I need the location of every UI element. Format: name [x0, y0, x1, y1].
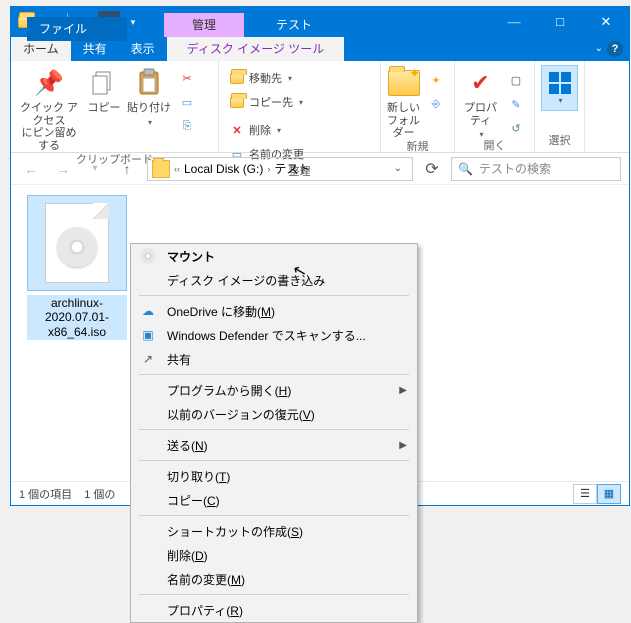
easy-access-button[interactable]: ⎆	[424, 93, 448, 115]
select-grid-icon	[549, 72, 571, 94]
ctx-sep	[139, 295, 409, 296]
icons-view-button[interactable]: ▦	[597, 484, 621, 504]
disc-icon	[137, 248, 159, 264]
ctx-mount[interactable]: マウント	[131, 244, 417, 268]
minimize-button[interactable]: —	[491, 7, 537, 37]
edit-button[interactable]: ✎	[504, 93, 528, 115]
history-button[interactable]: ↺	[504, 117, 528, 139]
item-count-label: 1 個の項目	[19, 486, 72, 502]
ribbon: 📌 クイック アクセス にピン留めする コピー 貼り付け ▾	[11, 61, 629, 153]
ctx-sep	[139, 429, 409, 430]
contextual-tab-manage[interactable]: 管理	[164, 13, 244, 37]
search-input[interactable]: 🔍 テストの検索	[451, 157, 621, 181]
ctx-sep	[139, 460, 409, 461]
iso-file-item[interactable]: archlinux-2020.07.01-x86_64.iso	[27, 195, 127, 340]
group-label-select: 選択	[535, 134, 584, 152]
ctx-sep	[139, 374, 409, 375]
forward-button[interactable]: →	[51, 161, 75, 177]
copy-button[interactable]: コピー	[85, 65, 123, 115]
ctx-sep	[139, 594, 409, 595]
shortcut-icon: ⎘	[179, 118, 195, 134]
select-button[interactable]: ▾	[541, 65, 578, 111]
delete-button[interactable]: ✕削除▾	[225, 119, 308, 141]
copy-icon	[88, 67, 120, 99]
edit-icon: ✎	[508, 96, 524, 112]
ctx-open-with[interactable]: プログラムから開く(H)▶	[131, 378, 417, 402]
maximize-button[interactable]: □	[537, 7, 583, 37]
address-dropdown[interactable]: ⌄	[388, 163, 408, 174]
up-button[interactable]: ↑	[115, 161, 139, 177]
delete-icon: ✕	[229, 122, 245, 138]
pin-icon: 📌	[33, 67, 65, 99]
ctx-sep	[139, 515, 409, 516]
back-button[interactable]: ←	[19, 161, 43, 177]
move-to-button[interactable]: 移動先▾	[225, 67, 307, 89]
file-name-label: archlinux-2020.07.01-x86_64.iso	[27, 295, 127, 340]
paste-icon	[133, 67, 165, 99]
properties-icon: ✔	[465, 67, 497, 99]
copy-path-button[interactable]: ▭	[175, 91, 199, 113]
shield-icon: ▣	[137, 328, 159, 342]
help-icon[interactable]: ?	[607, 41, 623, 57]
ctx-defender[interactable]: ▣Windows Defender でスキャンする...	[131, 323, 417, 347]
open-icon: ▢	[508, 72, 524, 88]
pin-to-quickaccess-button[interactable]: 📌 クイック アクセス にピン留めする	[17, 65, 81, 153]
new-item-button[interactable]: ✦	[424, 69, 448, 91]
chevron-down-icon: ⌄	[595, 37, 603, 61]
crumb-folder[interactable]: テスト	[274, 160, 310, 177]
ctx-onedrive[interactable]: ☁OneDrive に移動(M)	[131, 299, 417, 323]
search-placeholder: テストの検索	[479, 160, 551, 177]
ctx-share[interactable]: ↗共有	[131, 347, 417, 371]
window-title: テスト	[244, 13, 344, 37]
search-icon: 🔍	[458, 162, 473, 176]
ribbon-tabs: ファイル ホーム 共有 表示 ディスク イメージ ツール ⌄ ?	[11, 37, 629, 61]
submenu-arrow-icon: ▶	[399, 440, 407, 451]
open-button[interactable]: ▢	[504, 69, 528, 91]
moveto-icon	[229, 70, 245, 86]
refresh-button[interactable]: ⟳	[421, 159, 443, 179]
drive-icon	[152, 160, 170, 178]
ctx-cut[interactable]: 切り取り(T)	[131, 464, 417, 488]
details-view-button[interactable]: ☰	[573, 484, 597, 504]
path-icon: ▭	[179, 94, 195, 110]
share-icon: ↗	[137, 352, 159, 366]
crumb-root[interactable]: Local Disk (G:)›	[184, 162, 270, 176]
ctx-copy[interactable]: コピー(C)	[131, 488, 417, 512]
cut-button[interactable]: ✂	[175, 67, 199, 89]
tab-disc-image-tools[interactable]: ディスク イメージ ツール	[167, 37, 345, 61]
paste-button[interactable]: 貼り付け ▾	[127, 65, 171, 127]
group-label-open: 開く	[455, 139, 534, 153]
address-bar[interactable]: ‹‹ Local Disk (G:)› テスト ⌄	[147, 157, 413, 181]
ctx-restore-versions[interactable]: 以前のバージョンの復元(V)	[131, 402, 417, 426]
ctx-properties[interactable]: プロパティ(R)	[131, 598, 417, 622]
copy-to-button[interactable]: コピー先▾	[225, 91, 307, 113]
ctx-burn[interactable]: ディスク イメージの書き込み	[131, 268, 417, 292]
close-button[interactable]: ✕	[583, 7, 629, 37]
ctx-create-shortcut[interactable]: ショートカットの作成(S)	[131, 519, 417, 543]
chevron-down-icon: ▾	[148, 118, 152, 127]
paste-shortcut-button[interactable]: ⎘	[175, 115, 199, 137]
new-folder-icon	[388, 67, 420, 99]
onedrive-icon: ☁	[137, 304, 159, 318]
submenu-arrow-icon: ▶	[399, 385, 407, 396]
selected-count-label: 1 個の	[84, 486, 115, 502]
copyto-icon	[229, 94, 245, 110]
tab-file[interactable]: ファイル	[27, 17, 127, 41]
properties-button[interactable]: ✔ プロパティ ▾	[461, 65, 500, 139]
history-icon: ↺	[508, 120, 524, 136]
ctx-send-to[interactable]: 送る(N)▶	[131, 433, 417, 457]
ribbon-collapse[interactable]: ⌄ ?	[583, 37, 629, 61]
history-dropdown[interactable]: ▾	[83, 163, 107, 174]
disc-icon	[57, 227, 97, 267]
scissors-icon: ✂	[179, 70, 195, 86]
ctx-delete[interactable]: 削除(D)	[131, 543, 417, 567]
new-folder-button[interactable]: 新しい フォルダー	[387, 65, 420, 140]
easy-access-icon: ⎆	[428, 96, 444, 112]
new-item-icon: ✦	[428, 72, 444, 88]
ctx-rename[interactable]: 名前の変更(M)	[131, 567, 417, 591]
group-label-new: 新規	[381, 140, 454, 154]
context-menu: マウント ディスク イメージの書き込み ☁OneDrive に移動(M) ▣Wi…	[130, 243, 418, 623]
